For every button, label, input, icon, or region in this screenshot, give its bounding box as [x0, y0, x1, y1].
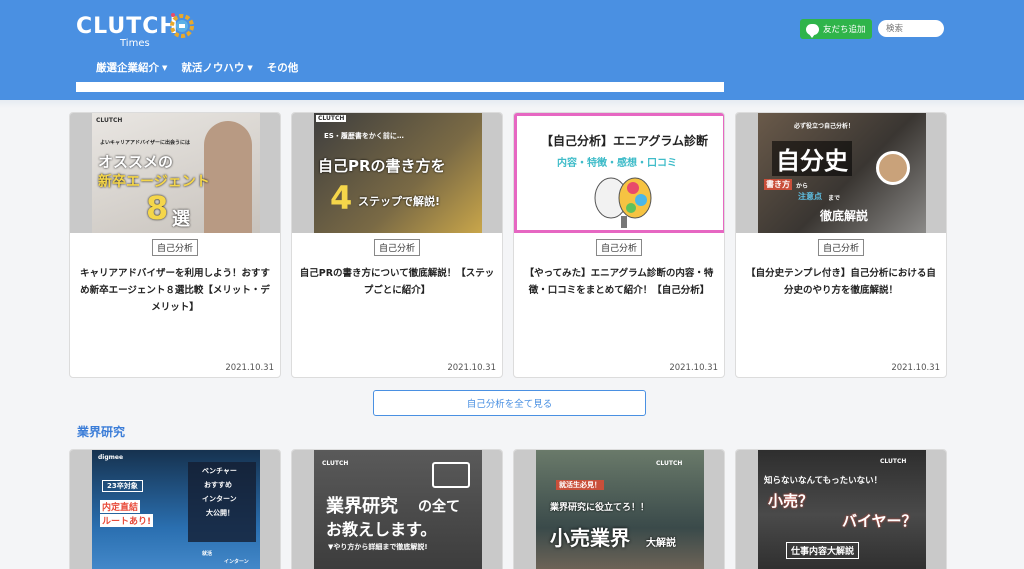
nav-item-companies[interactable]: 厳選企業紹介 ▼ [96, 60, 167, 75]
article-title[interactable]: キャリアアドバイザーを利用しよう！おすすめ新卒エージェント８選比較【メリット・デ… [76, 265, 274, 316]
category-tag[interactable]: 自己分析 [595, 239, 643, 256]
edit-chat-icon [432, 462, 470, 488]
article-date: 2021.10.31 [225, 363, 274, 373]
article-thumbnail: digmee 23卒対象 内定直結 ルートあり! ベンチャー おすすめ インター… [70, 450, 280, 569]
search-input[interactable] [878, 20, 944, 37]
person-figure [204, 121, 252, 233]
thumb-line2: 小売業界 [550, 526, 630, 550]
article-thumbnail: 必ず役立つ自己分析！ 自分史 書き方 から 注意点 まで 徹底解説 [736, 113, 946, 233]
logo-subtext: Times [120, 38, 150, 49]
article-thumbnail: CLUTCH 就活生必見！ 業界研究に役立てろ！！ 小売業界 大解説 [514, 450, 724, 569]
thumb-line1: オススメの [98, 153, 174, 171]
thumb-top-text: 必ず役立つ自己分析！ [794, 123, 855, 130]
nav-label: その他 [266, 62, 299, 74]
caret-down-icon: ▼ [162, 63, 168, 72]
thumb-line1b: の全て [418, 499, 460, 515]
thumb-line3: ▼やり方から詳細まで徹底解説! [328, 543, 428, 551]
article-title[interactable]: 【やってみた】エニアグラム診断の内容・特徴・口コミをまとめて紹介！【自己分析】 [520, 265, 718, 299]
thumb-line1: 知らないなんてもったいない！ [764, 476, 883, 486]
thumb-line2: 内容・特徴・感想・口コミ [557, 158, 677, 169]
thumb-r3: インターン [202, 495, 237, 503]
article-card[interactable]: 必ず役立つ自己分析！ 自分史 書き方 から 注意点 まで 徹底解説 自己分析 【… [735, 112, 947, 378]
thumb-line6: 徹底解説 [820, 209, 869, 223]
logo-text: CLUTCH [76, 14, 179, 39]
thumb-line1: 自分史 [772, 141, 852, 176]
article-card[interactable]: CLUTCH よいキャリアアドバイザーに出会うには オススメの 新卒エージェント… [69, 112, 281, 378]
article-card[interactable]: digmee 23卒対象 内定直結 ルートあり! ベンチャー おすすめ インター… [69, 449, 281, 569]
article-title[interactable]: 【自分史テンプレ付き】自己分析における自分史のやり方を徹底解説！ [742, 265, 940, 299]
brain-icon [594, 177, 652, 228]
thumb-line2: お教えします。 [326, 520, 437, 539]
nav-label: 厳選企業紹介 [96, 62, 159, 74]
article-thumbnail: CLUTCH よいキャリアアドバイザーに出会うには オススメの 新卒エージェント… [70, 113, 280, 233]
thumb-line4: 仕事内容大解説 [786, 542, 860, 559]
thumb-line3: から [796, 183, 809, 190]
thumb-line2: 新卒エージェント [98, 174, 210, 190]
site-logo[interactable]: CLUTCH Times [76, 10, 200, 54]
thumb-r1: ベンチャー [202, 467, 237, 475]
article-thumbnail: 【自己分析】エニアグラム診断 内容・特徴・感想・口コミ [514, 113, 724, 233]
thumb-r4: 大公開！ [206, 509, 234, 517]
nav-label: 就活ノウハウ [181, 62, 245, 74]
article-date: 2021.10.31 [669, 363, 718, 373]
category-tag[interactable]: 自己分析 [817, 239, 865, 256]
thumb-big: 4 [330, 179, 353, 217]
thumb-top-text: ES・履歴書をかく前に… [324, 132, 404, 140]
thumb-brand: CLUTCH [880, 458, 907, 465]
article-thumbnail: CLUTCH 知らないなんてもったいない！ 小売？ バイヤー？ 仕事内容大解説 [736, 450, 946, 569]
article-card[interactable]: CLUTCH 知らないなんてもったいない！ 小売？ バイヤー？ 仕事内容大解説 [735, 449, 947, 569]
caret-down-icon: ▼ [247, 63, 253, 72]
thumb-brand: CLUTCH [96, 117, 123, 124]
category-tag[interactable]: 自己分析 [373, 239, 421, 256]
article-card[interactable]: CLUTCH 就活生必見！ 業界研究に役立てろ！！ 小売業界 大解説 [513, 449, 725, 569]
header-bar [76, 82, 724, 92]
site-header: CLUTCH Times 厳選企業紹介 ▼ 就活ノウハウ ▼ その他 友だち追加 [0, 0, 1024, 100]
thumb-big: 8 [146, 189, 169, 227]
thumb-line1: 業界研究に役立てろ！！ [550, 503, 650, 513]
thumb-line1: 【自己分析】エニアグラム診断 [541, 134, 709, 148]
thumb-line2: ルートあり! [100, 514, 154, 527]
coffee-cup-icon [876, 151, 910, 185]
section-title-industry: 業界研究 [77, 425, 126, 439]
thumb-line1: 業界研究 [326, 496, 398, 517]
thumb-badge: 就活生必見！ [556, 480, 604, 490]
line-chat-icon [806, 23, 819, 38]
thumb-b1: 就活 [202, 551, 213, 557]
thumb-line1: 内定直結 [100, 500, 141, 513]
nav-item-other[interactable]: その他 [267, 60, 299, 75]
thumb-line3: 大解説 [646, 538, 676, 549]
nav-item-knowhow[interactable]: 就活ノウハウ ▼ [181, 60, 252, 75]
thumb-line2: 小売？ [768, 492, 814, 510]
gear-icon [170, 13, 194, 38]
thumb-line2: 書き方 [764, 179, 792, 190]
thumb-b2: インターン [224, 559, 249, 565]
thumb-brand: digmee [98, 454, 124, 461]
article-card[interactable]: CLUTCH ES・履歴書をかく前に… 自己PRの書き方を 4 ステップで解説!… [291, 112, 503, 378]
thumb-line1: 自己PRの書き方を [318, 157, 446, 175]
article-card[interactable]: CLUTCH 業界研究 の全て お教えします。 ▼やり方から詳細まで徹底解説! [291, 449, 503, 569]
article-thumbnail: CLUTCH ES・履歴書をかく前に… 自己PRの書き方を 4 ステップで解説! [292, 113, 502, 233]
article-date: 2021.10.31 [891, 363, 940, 373]
thumb-badge: 23卒対象 [102, 480, 143, 492]
article-card[interactable]: 【自己分析】エニアグラム診断 内容・特徴・感想・口コミ 自己分析 【やってみた】… [513, 112, 725, 378]
thumb-line3: バイヤー？ [842, 512, 917, 530]
article-date: 2021.10.31 [447, 363, 496, 373]
article-title[interactable]: 自己PRの書き方について徹底解説！【ステップごとに紹介】 [298, 265, 496, 299]
article-thumbnail: CLUTCH 業界研究 の全て お教えします。 ▼やり方から詳細まで徹底解説! [292, 450, 502, 569]
thumb-brand: CLUTCH [316, 115, 347, 122]
thumb-line4: 注意点 [798, 192, 822, 201]
thumb-big2: 選 [172, 209, 190, 230]
thumb-line2: ステップで解説! [358, 195, 441, 208]
line-add-friend-button[interactable]: 友だち追加 [800, 19, 872, 39]
main-nav: 厳選企業紹介 ▼ 就活ノウハウ ▼ その他 [96, 60, 298, 75]
header-shadow [0, 100, 1024, 108]
thumb-line5: まで [828, 195, 841, 202]
category-tag[interactable]: 自己分析 [151, 239, 199, 256]
thumb-r2: おすすめ [204, 481, 232, 489]
view-all-self-analysis-button[interactable]: 自己分析を全て見る [373, 390, 646, 416]
thumb-brand: CLUTCH [656, 460, 683, 467]
thumb-top-text: よいキャリアアドバイザーに出会うには [100, 140, 191, 146]
line-button-label: 友だち追加 [823, 25, 866, 35]
thumb-brand: CLUTCH [322, 460, 349, 467]
